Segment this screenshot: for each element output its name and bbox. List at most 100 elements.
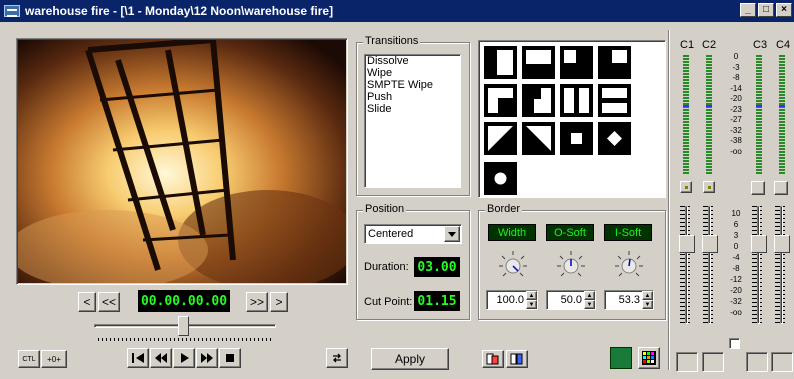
position-label: Position	[363, 203, 407, 215]
wipe-tl-corner	[598, 46, 631, 79]
chevron-down-icon[interactable]	[444, 226, 460, 242]
width-down-icon[interactable]: ▼	[526, 300, 537, 309]
i-soft-value: 53.3	[618, 294, 640, 306]
fast-forward-button[interactable]	[196, 348, 218, 368]
transition-item-smpte-wipe[interactable]: SMPTE Wipe	[365, 79, 460, 91]
scale-tick: 10	[731, 209, 741, 218]
width-spinner[interactable]: 100.0 ▲ ▼	[486, 290, 538, 310]
fader-thumb-c3[interactable]	[751, 235, 767, 253]
cut-point-display[interactable]: 01.15	[414, 291, 460, 311]
fader-thumb-c4[interactable]	[774, 235, 790, 253]
wipe-diag-left	[484, 122, 517, 155]
width-knob[interactable]	[498, 250, 528, 280]
scale-tick: 0	[733, 52, 739, 61]
scrub-ticks	[98, 338, 272, 341]
play-button[interactable]	[173, 348, 195, 368]
fader-thumb-c1[interactable]	[679, 235, 695, 253]
scale-tick: -14	[730, 83, 742, 93]
wipe-br-corner	[560, 46, 593, 79]
i-soft-down-icon[interactable]: ▼	[642, 300, 653, 309]
maximize-button[interactable]: □	[758, 3, 774, 17]
scale-tick: -oo	[730, 308, 742, 317]
wipe-h-split	[598, 84, 631, 117]
scale-tick: -20	[730, 286, 742, 295]
scale-tick: -8	[732, 73, 740, 82]
fader-thumb-c2[interactable]	[702, 235, 718, 253]
fast-forward-icon	[201, 353, 213, 363]
transition-item-push[interactable]: Push	[365, 91, 460, 103]
window-title: warehouse fire - [\1 - Monday\12 Noon\wa…	[25, 4, 334, 18]
close-button[interactable]: ×	[776, 3, 792, 17]
fader-scale: 10 6 3 0 -4 -8 -12 -20 -32 -oo	[724, 208, 748, 318]
scale-tick: -32	[730, 125, 742, 135]
wipe-v-split	[560, 84, 593, 117]
width-label: Width	[488, 224, 536, 241]
prev-frame-button[interactable]: <	[78, 292, 96, 312]
stop-button[interactable]	[219, 348, 241, 368]
scale-tick: -oo	[730, 146, 742, 156]
rewind-button[interactable]	[150, 348, 172, 368]
rewind-icon	[155, 353, 167, 363]
scale-tick: -12	[730, 275, 742, 284]
position-select[interactable]: Centered	[364, 224, 462, 244]
i-soft-up-icon[interactable]: ▲	[642, 291, 653, 300]
o-soft-down-icon[interactable]: ▼	[584, 300, 595, 309]
swap-icon[interactable]	[482, 350, 504, 368]
scrub-thumb[interactable]	[178, 316, 189, 336]
step-back-button[interactable]	[127, 348, 149, 368]
channel-box-c1[interactable]	[676, 352, 698, 372]
channel-box-c2[interactable]	[702, 352, 724, 372]
meter-marker-c4	[779, 105, 785, 107]
loop-icon	[333, 353, 341, 363]
minimize-button[interactable]: _	[740, 3, 756, 17]
cut-point-label: Cut Point:	[364, 296, 413, 308]
fader-track-c3[interactable]	[757, 206, 760, 324]
channel-box-c3[interactable]	[746, 352, 768, 372]
wipe-circle	[484, 162, 517, 195]
scale-tick: 6	[733, 220, 739, 229]
ctl-button[interactable]: CTL	[18, 350, 40, 368]
channel-label-c4: C4	[776, 39, 791, 51]
rewind-mark-button[interactable]: <<	[98, 292, 120, 312]
transitions-label: Transitions	[363, 35, 421, 47]
preview-icon[interactable]	[506, 350, 528, 368]
scale-tick: 0	[733, 242, 739, 251]
zero-button[interactable]: +0+	[41, 350, 67, 368]
link-checkbox[interactable]	[729, 338, 740, 349]
status-indicator[interactable]	[610, 347, 632, 369]
apply-button[interactable]: Apply	[371, 348, 449, 370]
next-frame-button[interactable]: >	[270, 292, 288, 312]
mute-button-c2[interactable]	[703, 181, 715, 193]
o-soft-up-icon[interactable]: ▲	[584, 291, 595, 300]
channel-label-c2: C2	[702, 39, 717, 51]
forward-mark-button[interactable]: >>	[246, 292, 268, 312]
wipe-patterns[interactable]	[484, 46, 664, 196]
transition-item-dissolve[interactable]: Dissolve	[365, 55, 460, 67]
o-soft-spinner[interactable]: 50.0 ▲ ▼	[546, 290, 596, 310]
transition-item-wipe[interactable]: Wipe	[365, 67, 460, 79]
loop-button[interactable]	[326, 348, 348, 368]
scale-tick: 3	[733, 231, 739, 240]
timecode-display: 00.00.00.00	[138, 290, 230, 312]
o-soft-knob[interactable]	[556, 250, 586, 280]
transitions-list[interactable]: Dissolve Wipe SMPTE Wipe Push Slide	[364, 54, 461, 188]
title-bar: warehouse fire - [\1 - Monday\12 Noon\wa…	[0, 0, 794, 22]
meter-bar-c2	[706, 55, 712, 175]
i-soft-spinner[interactable]: 53.3 ▲ ▼	[604, 290, 654, 310]
mute-button-c1[interactable]	[680, 181, 692, 193]
duration-display[interactable]: 03.00	[414, 257, 460, 277]
mute-button-c4[interactable]	[774, 181, 788, 195]
i-soft-knob[interactable]	[614, 250, 644, 280]
grid-icon[interactable]	[638, 347, 660, 369]
app-icon	[4, 5, 20, 17]
wipe-tr-box	[522, 84, 555, 117]
fader-track-c1[interactable]	[685, 206, 688, 324]
transition-item-slide[interactable]: Slide	[365, 103, 460, 115]
channel-box-c4[interactable]	[771, 352, 793, 372]
fader-track-c4[interactable]	[780, 206, 783, 324]
meter-marker-c1	[683, 105, 689, 107]
mute-button-c3[interactable]	[751, 181, 765, 195]
width-up-icon[interactable]: ▲	[526, 291, 537, 300]
stop-icon	[226, 354, 234, 362]
fader-track-c2[interactable]	[708, 206, 711, 324]
